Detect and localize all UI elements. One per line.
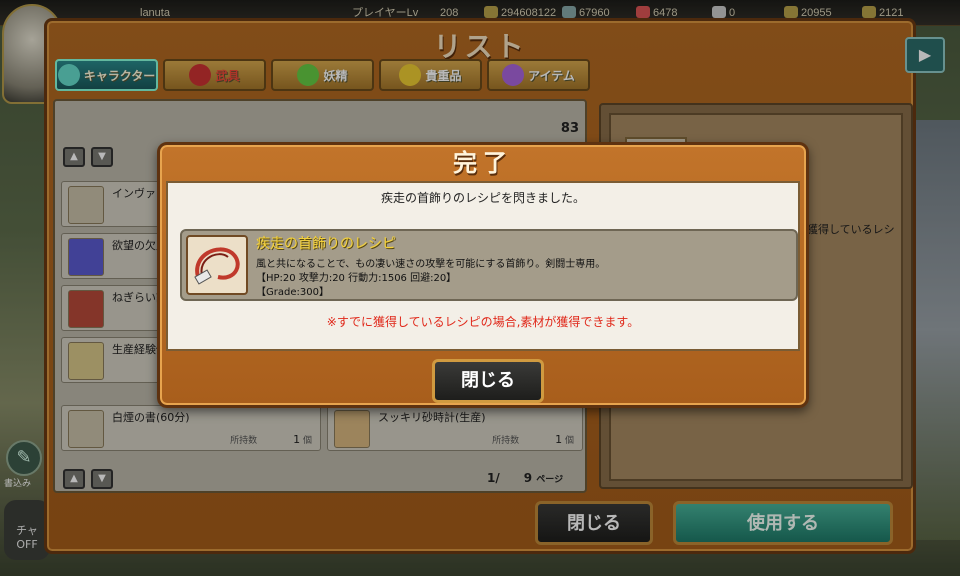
dialog-body: 疾走の首飾りのレシピを閃きました。 疾走の首飾りのレシピ 風と共になることで、も… — [166, 181, 800, 351]
dialog-close-button[interactable]: 閉じる — [432, 359, 544, 403]
dialog-message: 疾走の首飾りのレシピを閃きました。 — [380, 191, 585, 205]
recipe-description: 風と共になることで、もの凄い速さの攻撃を可能にする首飾り。剣闘士専用。 — [256, 259, 606, 270]
recipe-necklace-icon — [186, 235, 248, 295]
recipe-grade: 【Grade:300】 — [256, 287, 329, 298]
recipe-note: ※すでに獲得しているレシピの場合,素材が獲得できます。 — [326, 315, 640, 329]
recipe-card: 疾走の首飾りのレシピ 風と共になることで、もの凄い速さの攻撃を可能にする首飾り。… — [180, 229, 798, 301]
recipe-stats: 【HP:20 攻撃力:20 行動力:1506 回避:20】 — [256, 273, 457, 284]
completion-dialog: 完了 疾走の首飾りのレシピを閃きました。 疾走の首飾りのレシピ 風と共になること… — [157, 142, 809, 408]
dialog-title: 完了 — [453, 149, 513, 177]
recipe-name: 疾走の首飾りのレシピ — [256, 236, 396, 252]
